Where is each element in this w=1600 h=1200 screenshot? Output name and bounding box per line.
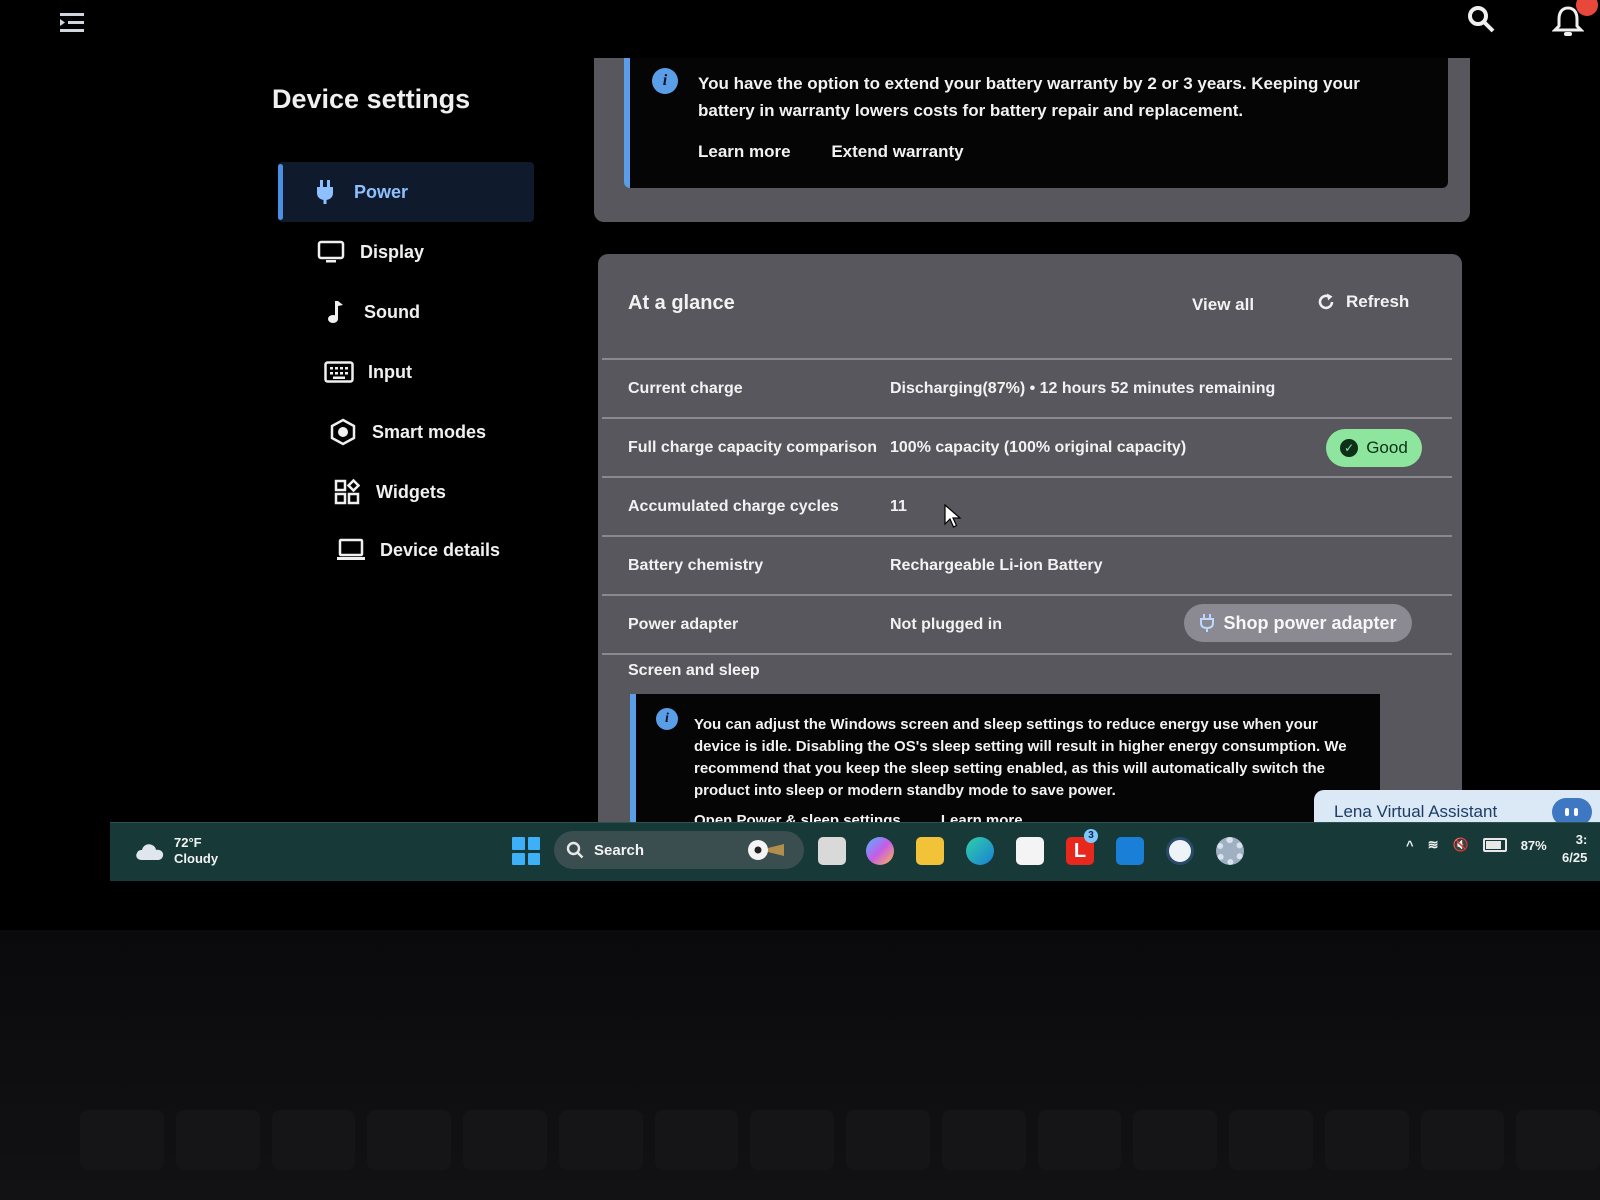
row-value: Not plugged in — [890, 615, 1002, 633]
sidebar-item-label: Sound — [364, 301, 420, 322]
table-row: Accumulated charge cycles 11 — [602, 476, 1452, 535]
sidebar-item-label: Display — [360, 241, 425, 262]
table-row: Power adapter Not plugged in Shop power … — [602, 594, 1452, 655]
hexagon-icon — [326, 418, 360, 446]
status-badge-label: Good — [1366, 438, 1408, 457]
notification-badge — [1576, 0, 1598, 16]
weather-widget[interactable]: 72°F Cloudy — [134, 835, 218, 867]
keyboard-icon — [322, 358, 356, 386]
screen-sleep-title: Screen and sleep — [628, 662, 760, 679]
refresh-icon — [1318, 293, 1334, 310]
sidebar-item-display[interactable]: Display — [278, 222, 534, 282]
sidebar-item-sound[interactable]: Sound — [278, 282, 534, 342]
check-icon: ✓ — [1340, 439, 1359, 457]
page-title: Device settings — [272, 84, 471, 114]
clock[interactable]: 3: 6/25 — [1562, 831, 1587, 867]
virtual-assistant-label: Lena Virtual Assistant — [1334, 802, 1498, 821]
screen-sleep-text: You can adjust the Windows screen and sl… — [694, 716, 1347, 799]
start-button[interactable] — [512, 837, 540, 865]
chevron-up-icon[interactable]: ^ — [1406, 838, 1414, 853]
warranty-links: Learn more Extend warranty — [698, 142, 1000, 162]
weather-desc: Cloudy — [174, 851, 219, 866]
glance-table: Current charge Discharging(87%) • 12 hou… — [602, 358, 1452, 655]
cloud-icon — [136, 844, 164, 860]
music-note-icon — [318, 298, 352, 326]
laptop-icon — [334, 536, 368, 564]
section-title: At a glance — [628, 292, 735, 314]
mouse-cursor-icon — [944, 504, 962, 528]
taskbar-search-label: Search — [594, 841, 645, 859]
sidebar-item-power[interactable]: Power — [278, 162, 534, 222]
row-value: 11 — [890, 497, 907, 515]
row-label: Current charge — [628, 379, 743, 397]
sidebar-nav: Power Display Sound Input Smart modes Wi… — [278, 162, 534, 578]
keyboard-row — [80, 1110, 1600, 1170]
sidebar-item-label: Device details — [380, 539, 501, 560]
row-label: Battery chemistry — [628, 556, 764, 574]
clock-time: 3: — [1575, 832, 1588, 847]
clock-date: 6/25 — [1562, 850, 1588, 865]
outlook-icon[interactable] — [1116, 837, 1144, 865]
shop-power-adapter-label: Shop power adapter — [1223, 612, 1397, 633]
laptop-keyboard-deck — [0, 930, 1600, 1200]
info-icon: i — [656, 708, 678, 730]
sidebar-item-label: Input — [368, 361, 412, 382]
info-icon: i — [652, 68, 678, 94]
status-badge[interactable]: ✓ Good — [1326, 429, 1422, 467]
table-row: Battery chemistry Rechargeable Li-ion Ba… — [602, 535, 1452, 594]
app-badge: 3 — [1084, 829, 1098, 843]
weather-temp: 72°F — [174, 835, 202, 850]
battery-percent: 87% — [1520, 837, 1547, 853]
search-icon — [566, 841, 584, 859]
sidebar-item-input[interactable]: Input — [278, 342, 534, 402]
battery-icon[interactable] — [1482, 838, 1507, 852]
sidebar-item-device-details[interactable]: Device details — [278, 522, 534, 578]
file-explorer-icon[interactable] — [916, 837, 944, 865]
sidebar-item-label: Power — [354, 181, 409, 202]
at-a-glance-card: At a glance View all Refresh Current cha… — [598, 254, 1462, 854]
search-icon[interactable] — [1466, 4, 1496, 34]
sidebar-item-label: Widgets — [376, 481, 446, 502]
row-value: Rechargeable Li-ion Battery — [890, 556, 1103, 574]
warranty-text: You have the option to extend your batte… — [698, 74, 1360, 120]
wifi-icon[interactable]: ≋ — [1428, 837, 1439, 853]
menu-icon[interactable] — [58, 10, 86, 36]
extend-warranty-link[interactable]: Extend warranty — [831, 142, 963, 161]
row-value: 100% capacity (100% original capacity) — [890, 438, 1187, 456]
learn-more-link[interactable]: Learn more — [698, 142, 791, 161]
wordpress-icon[interactable] — [1166, 837, 1194, 865]
row-label: Accumulated charge cycles — [628, 497, 839, 515]
taskbar: 72°F Cloudy Search L 3 ^ ≋ 🔇 87% 3: 6/25 — [110, 822, 1600, 881]
shop-power-adapter-button[interactable]: Shop power adapter — [1184, 604, 1412, 642]
system-tray: ^ ≋ 🔇 87% — [1406, 837, 1547, 853]
edge-browser-icon[interactable] — [966, 837, 994, 865]
plug-icon — [308, 178, 342, 206]
copilot-icon[interactable] — [866, 837, 894, 865]
refresh-label: Refresh — [1346, 292, 1410, 311]
row-value: Discharging(87%) • 12 hours 52 minutes r… — [890, 379, 1276, 397]
soccer-ball-icon — [748, 840, 785, 860]
widgets-icon — [330, 478, 364, 506]
view-all-link[interactable]: View all — [1192, 295, 1254, 315]
sidebar-item-smart-modes[interactable]: Smart modes — [278, 402, 534, 462]
plug-icon — [1200, 614, 1215, 632]
speaker-muted-icon[interactable]: 🔇 — [1453, 837, 1469, 853]
row-label: Full charge capacity comparison — [628, 438, 877, 456]
row-label: Power adapter — [628, 615, 739, 633]
sidebar-item-widgets[interactable]: Widgets — [278, 462, 534, 522]
refresh-button[interactable]: Refresh — [1316, 292, 1409, 312]
taskbar-search[interactable]: Search — [554, 831, 804, 869]
microsoft-store-icon[interactable] — [1016, 837, 1044, 865]
monitor-icon — [314, 238, 348, 266]
sidebar-item-label: Smart modes — [372, 421, 487, 442]
table-row: Current charge Discharging(87%) • 12 hou… — [602, 358, 1452, 417]
task-view-icon[interactable] — [818, 837, 846, 865]
warranty-notice: i You have the option to extend your bat… — [624, 58, 1448, 188]
settings-gear-icon[interactable] — [1216, 837, 1244, 865]
warranty-card: i You have the option to extend your bat… — [594, 58, 1470, 222]
table-row: Full charge capacity comparison 100% cap… — [602, 417, 1452, 476]
